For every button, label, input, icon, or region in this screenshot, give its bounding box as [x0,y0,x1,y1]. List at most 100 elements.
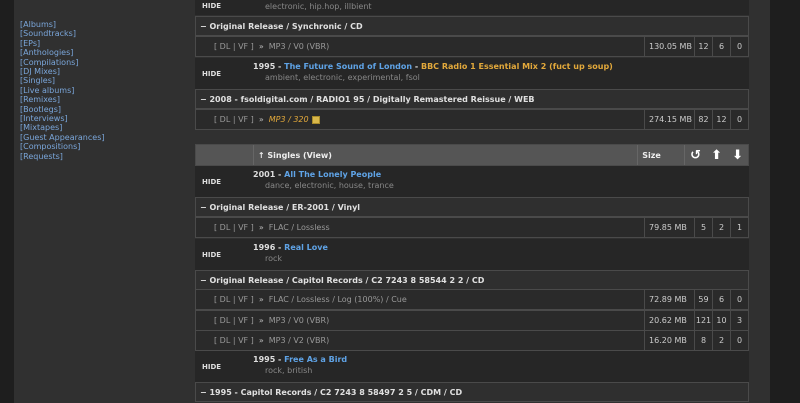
torrent-leechers: 0 [736,42,743,51]
torrent-snatches: 5 [695,218,713,237]
edition-header[interactable]: − 2008 - fsoldigital.com / RADIO1 95 / D… [195,89,749,109]
group-title-link[interactable]: The Future Sound of London [284,62,412,71]
leechers-column-icon[interactable]: ⬇ [727,145,748,165]
group-info: 1996 - Real Love rock [253,239,328,270]
sidebar-link-anthologies[interactable]: [Anthologies] [20,48,170,57]
torrent-format-link[interactable]: MP3 / V2 (VBR) [269,336,329,345]
torrent-snatches: 12 [695,37,713,56]
arrow-icon: » [258,223,264,232]
group-title: 1996 - Real Love [253,243,328,252]
torrent-size: 130.05 MB [645,37,695,56]
group-info: 1995 - Free As a Bird rock, british [253,351,347,382]
sidebar-link-requests[interactable]: [Requests] [20,152,170,161]
group-year: 1996 - [253,243,285,252]
edition-label: − 1995 - Capitol Records / C2 7243 8 584… [200,387,463,397]
torrent-leechers: 0 [736,336,743,345]
edition-header[interactable]: − Original Release / Capitol Records / C… [195,270,749,290]
group-row: HIDE 1995 - Free As a Bird rock, british [195,351,749,382]
sidebar-link-live-albums[interactable]: [Live albums] [20,86,170,95]
group-tags[interactable]: rock, british [253,366,347,375]
torrent-size: 16.20 MB [645,331,695,350]
arrow-icon: » [258,115,264,124]
group-title-link[interactable]: All The Lonely People [284,170,381,179]
torrent-row: [ DL | VF ] » MP3 / V0 (VBR) 20.62 MB 12… [195,310,749,331]
torrent-snatches: 8 [695,331,713,350]
sidebar-link-compilations[interactable]: [Compilations] [20,58,170,67]
download-links[interactable]: [ DL | VF ] [214,223,254,232]
torrent-row: [ DL | VF ] » MP3 / V0 (VBR) 130.05 MB 1… [195,36,749,57]
seeders-column-icon[interactable]: ⬆ [706,145,727,165]
sidebar-link-soundtracks[interactable]: [Soundtracks] [20,29,170,38]
torrent-seeders: 10 [713,311,731,330]
arrow-icon: » [258,42,264,51]
group-tags[interactable]: dance, electronic, house, trance [253,181,394,190]
group-tags[interactable]: ambient, electronic, experimental, fsol [253,73,613,82]
download-links[interactable]: [ DL | VF ] [214,295,254,304]
torrent-seeders: 6 [713,37,731,56]
torrent-format-link[interactable]: MP3 / V0 (VBR) [269,316,329,325]
torrent-size: 274.15 MB [645,110,695,129]
torrent-snatches: 59 [695,290,713,309]
edition-label: − Original Release / Capitol Records / C… [200,275,485,285]
group-row: HIDE 1995 - The Future Sound of London -… [195,58,749,89]
edition-header[interactable]: − 1995 - Capitol Records / C2 7243 8 584… [195,382,749,402]
group-title-link[interactable]: Real Love [284,243,328,252]
arrow-icon: » [258,336,264,345]
torrent-snatches: 82 [695,110,713,129]
singles-view-link[interactable]: ↑ Singles (View) [258,151,332,160]
sidebar-link-mixtapes[interactable]: [Mixtapes] [20,123,170,132]
sidebar-link-bootlegs[interactable]: [Bootlegs] [20,105,170,114]
download-links[interactable]: [ DL | VF ] [214,115,254,124]
torrent-format-link[interactable]: MP3 / V0 (VBR) [269,42,329,51]
torrent-row: [ DL | VF ] » MP3 / V2 (VBR) 16.20 MB 8 … [195,330,749,351]
hide-button[interactable]: HIDE [195,166,253,197]
torrent-seeders: 2 [713,331,731,350]
group-title-link[interactable]: Free As a Bird [284,355,347,364]
arrow-icon: » [258,316,264,325]
torrent-info: [ DL | VF ] » MP3 / V0 (VBR) [196,37,645,56]
sidebar-link-compositions[interactable]: [Compositions] [20,142,170,151]
edition-label: − Original Release / Synchronic / CD [200,21,363,31]
torrent-leechers: 1 [736,223,743,232]
hide-button[interactable]: HIDE [195,58,253,89]
group-info: electronic, hip.hop, illbient [253,0,372,15]
edition-label: − Original Release / ER-2001 / Vinyl [200,202,361,212]
torrent-format-link[interactable]: MP3 / 320 [269,115,309,124]
sidebar-link-eps[interactable]: [EPs] [20,39,170,48]
torrent-size: 79.85 MB [645,218,695,237]
sidebar-link-dj-mixes[interactable]: [DJ Mixes] [20,67,170,76]
download-links[interactable]: [ DL | VF ] [214,316,254,325]
release-type-sidebar: [Albums] [Soundtracks] [EPs] [Anthologie… [20,20,170,161]
sidebar-link-remixes[interactable]: [Remixes] [20,95,170,104]
torrent-size: 20.62 MB [645,311,695,330]
sidebar-link-singles[interactable]: [Singles] [20,76,170,85]
edition-header[interactable]: − Original Release / Synchronic / CD [195,16,749,36]
torrent-table: HIDE electronic, hip.hop, illbient − Ori… [195,0,749,403]
size-column-header[interactable]: Size [638,145,686,165]
torrent-format-link[interactable]: FLAC / Lossless [269,223,330,232]
edition-header[interactable]: − Original Release / ER-2001 / Vinyl [195,197,749,217]
freeleech-icon [311,115,320,124]
group-title: 1995 - Free As a Bird [253,355,347,364]
group-year: 2001 - [253,170,285,179]
group-subtitle-link[interactable]: BBC Radio 1 Essential Mix 2 (fuct up sou… [421,62,613,71]
hide-button[interactable]: HIDE [195,239,253,270]
group-tags[interactable]: electronic, hip.hop, illbient [253,2,372,11]
download-links[interactable]: [ DL | VF ] [214,42,254,51]
singles-header-title[interactable]: ↑ Singles (View) [254,145,639,165]
group-title: 2001 - All The Lonely People [253,170,394,179]
snatches-column-icon[interactable]: ↺ [685,145,706,165]
torrent-info: [ DL | VF ] » MP3 / V2 (VBR) [196,331,645,350]
download-links[interactable]: [ DL | VF ] [214,336,254,345]
torrent-format-link[interactable]: FLAC / Lossless / Log (100%) / Cue [269,295,407,304]
group-tags[interactable]: rock [253,254,328,263]
sidebar-link-interviews[interactable]: [Interviews] [20,114,170,123]
hide-button[interactable]: HIDE [195,351,253,382]
torrent-seeders: 12 [713,110,731,129]
torrent-row: [ DL | VF ] » FLAC / Lossless 79.85 MB 5… [195,217,749,238]
sidebar-link-albums[interactable]: [Albums] [20,20,170,29]
hide-button[interactable]: HIDE [195,0,253,15]
group-row: HIDE 1996 - Real Love rock [195,239,749,270]
edition-label: − 2008 - fsoldigital.com / RADIO1 95 / D… [200,94,535,104]
sidebar-link-guest-appearances[interactable]: [Guest Appearances] [20,133,170,142]
